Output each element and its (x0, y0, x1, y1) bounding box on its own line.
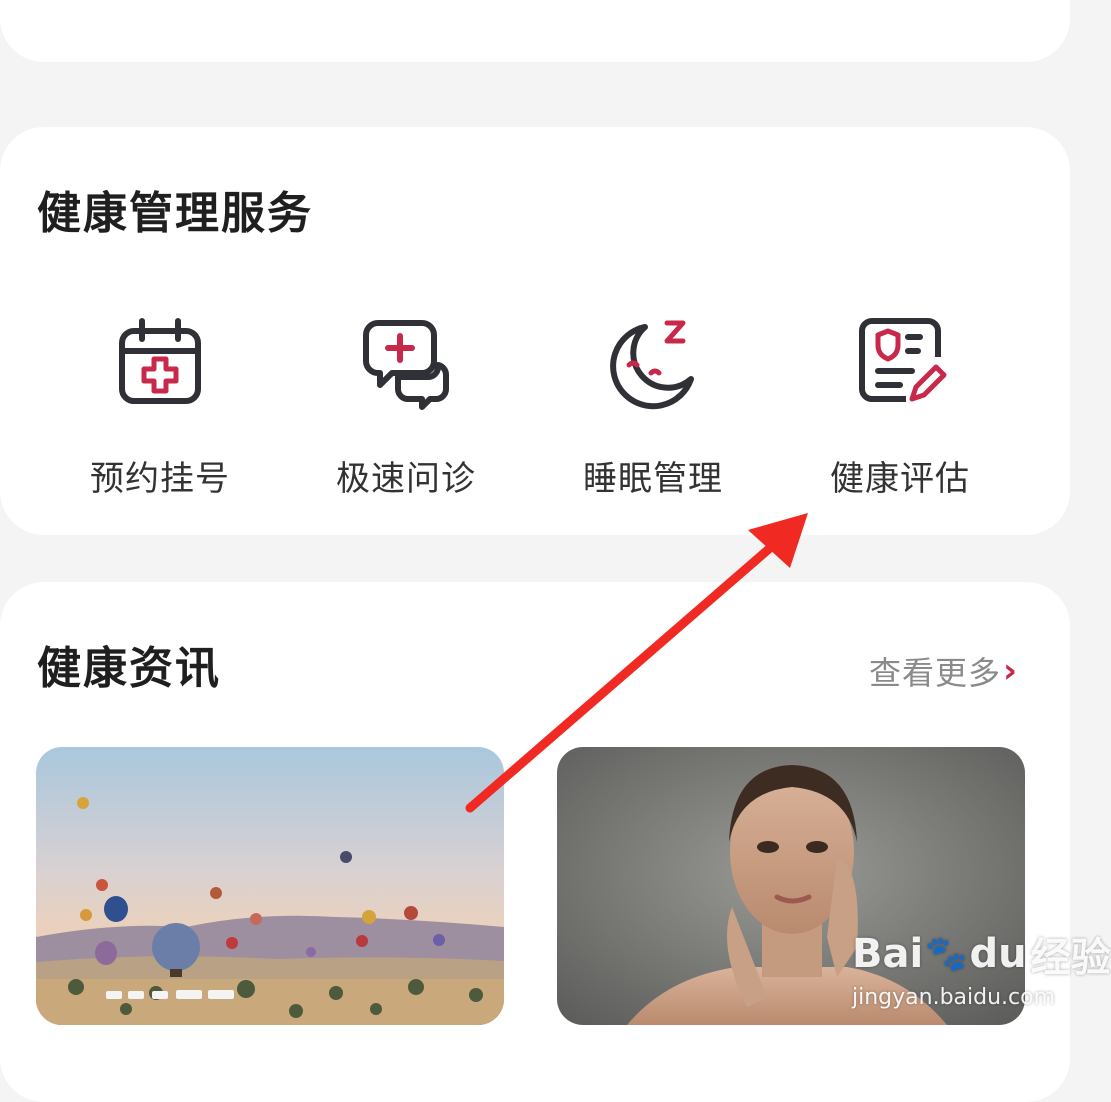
hot-air-balloons-image (36, 747, 504, 1025)
chevron-right-icon: › (1002, 651, 1018, 691)
watermark-brand: Bai (852, 931, 924, 977)
service-label-assessment: 健康评估 (830, 459, 970, 499)
service-item-consultation[interactable]: 极速问诊 (306, 315, 506, 500)
service-section-title: 健康管理服务 (37, 188, 313, 239)
health-news-card: 健康资讯 查看更多 › (0, 582, 1070, 1102)
news-section-title: 健康资讯 (37, 643, 221, 694)
service-item-appointment[interactable]: 预约挂号 (60, 315, 260, 500)
service-item-sleep[interactable]: 睡眠管理 (553, 315, 753, 500)
assessment-shield-icon (859, 318, 947, 402)
service-label-consultation: 极速问诊 (336, 459, 476, 499)
health-service-card: 健康管理服务 预约挂号 极速问诊 睡眠管理 健康评估 (0, 127, 1070, 535)
watermark-brand-du: du (969, 931, 1027, 977)
view-more-label: 查看更多 (868, 654, 1001, 692)
chat-plus-icon (363, 320, 449, 410)
service-label-appointment: 预约挂号 (90, 459, 230, 499)
news-card-balloons[interactable] (36, 747, 504, 1025)
moon-sleep-icon (610, 320, 694, 410)
top-card (0, 0, 1070, 62)
calendar-plus-icon (119, 318, 201, 404)
watermark-url: jingyan.baidu.com (852, 985, 1056, 1010)
watermark-brand-cn: 经验 (1030, 935, 1111, 981)
service-label-sleep: 睡眠管理 (583, 459, 723, 499)
service-item-assessment[interactable]: 健康评估 (800, 315, 1000, 500)
view-more-link[interactable]: 查看更多 › (869, 648, 1018, 694)
paw-icon: 🐾 (925, 934, 968, 974)
baidu-watermark: Bai 🐾 du 经验 jingyan.baidu.com (852, 925, 1111, 1010)
